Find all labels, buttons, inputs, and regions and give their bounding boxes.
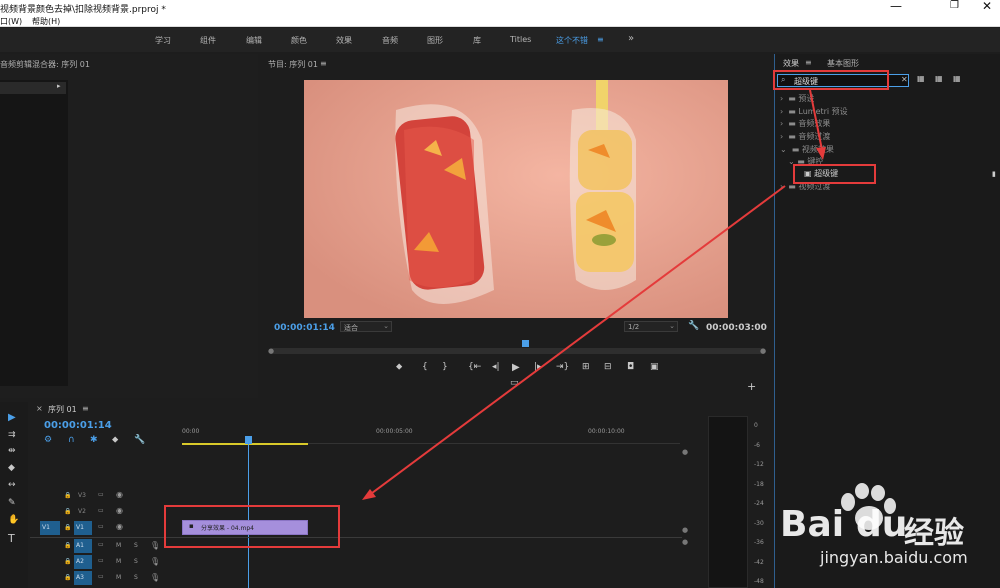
arrow-search-to-effect (809, 89, 823, 151)
arrow-head-1 (816, 147, 826, 160)
watermark-brand: Bai (780, 504, 845, 545)
baidu-watermark: Bai du 经验 jingyan.baidu.com (780, 480, 996, 588)
watermark-brand2: du (856, 504, 908, 545)
watermark-site: jingyan.baidu.com (820, 548, 968, 567)
arrow-effect-to-clip (367, 185, 786, 497)
watermark-brand3: 经验 (904, 516, 964, 551)
